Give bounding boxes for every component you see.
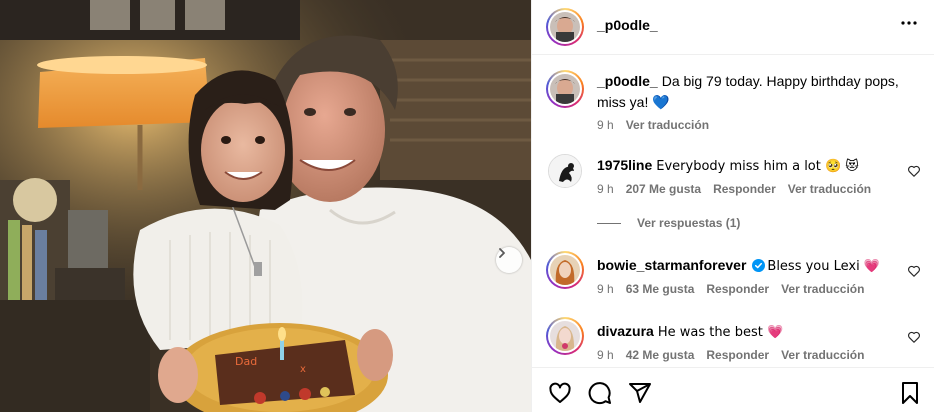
comment-icon[interactable]	[588, 381, 612, 405]
svg-text:x: x	[300, 364, 306, 375]
post-photo[interactable]: Dad x	[0, 0, 531, 412]
comment-meta: 9 h 63 Me gusta Responder Ver traducción	[597, 282, 864, 296]
comment-item: bowie_starmanforever Bless you Lexi 💗	[597, 256, 897, 276]
caption-username[interactable]: _p0odle_	[597, 73, 658, 89]
caption-translate-link[interactable]: Ver traducción	[626, 118, 709, 132]
comment-item: divazura He was the best 💗	[597, 322, 897, 342]
more-options-icon[interactable]	[900, 14, 918, 36]
photo-illustration: Dad x	[0, 0, 531, 412]
instagram-post-view: Dad x _p0odle_ _p0odle_ Da big 79 today.…	[0, 0, 934, 412]
reply-button[interactable]: Responder	[706, 282, 769, 296]
avatar-image	[549, 155, 581, 187]
comment-meta: 9 h 207 Me gusta Responder Ver traducció…	[597, 182, 871, 196]
reply-button[interactable]: Responder	[706, 348, 769, 362]
comment-meta: 9 h 42 Me gusta Responder Ver traducción	[597, 348, 864, 362]
comment-avatar[interactable]	[546, 317, 584, 355]
like-comment-icon[interactable]	[907, 264, 921, 278]
next-photo-button[interactable]	[496, 247, 522, 273]
comment-likes[interactable]: 63 Me gusta	[626, 282, 695, 296]
comment-time[interactable]: 9 h	[597, 348, 614, 362]
share-icon[interactable]	[628, 381, 652, 405]
comment-likes[interactable]: 42 Me gusta	[626, 348, 695, 362]
view-replies-button[interactable]: Ver respuestas (1)	[597, 216, 740, 230]
post-side-panel: _p0odle_ _p0odle_ Da big 79 today. Happy …	[531, 0, 934, 412]
like-comment-icon[interactable]	[907, 330, 921, 344]
like-comment-icon[interactable]	[907, 164, 921, 178]
comment-text: Everybody miss him a lot 🥺 😻	[656, 159, 859, 174]
author-username[interactable]: _p0odle_	[597, 17, 658, 33]
svg-text:Dad: Dad	[235, 355, 257, 368]
comment-avatar[interactable]	[548, 154, 582, 188]
comment-item: 1975line Everybody miss him a lot 🥺 😻	[597, 156, 897, 176]
comment-username[interactable]: 1975line	[597, 157, 652, 173]
caption-time[interactable]: 9 h	[597, 118, 614, 132]
post-header: _p0odle_	[532, 0, 934, 55]
caption-meta: 9 h Ver traducción	[597, 118, 709, 132]
replies-divider	[597, 222, 621, 224]
comment-time[interactable]: 9 h	[597, 282, 614, 296]
comment-text: Bless you Lexi 💗	[767, 259, 881, 274]
avatar-image	[550, 255, 580, 285]
comment-text: He was the best 💗	[657, 325, 784, 340]
verified-icon	[752, 259, 766, 272]
post-caption: _p0odle_ Da big 79 today. Happy birthday …	[597, 71, 917, 113]
comment-likes[interactable]: 207 Me gusta	[626, 182, 701, 196]
like-icon[interactable]	[548, 381, 572, 405]
chevron-right-icon	[499, 248, 505, 258]
translate-link[interactable]: Ver traducción	[781, 282, 864, 296]
caption-avatar[interactable]	[546, 70, 584, 108]
view-replies-label: Ver respuestas (1)	[637, 216, 741, 230]
comment-username[interactable]: divazura	[597, 323, 654, 339]
avatar-image	[550, 12, 580, 42]
comment-avatar[interactable]	[546, 251, 584, 289]
avatar-image	[550, 74, 580, 104]
avatar-image	[550, 321, 580, 351]
save-icon[interactable]	[898, 381, 922, 405]
post-action-bar	[532, 367, 934, 412]
comment-time[interactable]: 9 h	[597, 182, 614, 196]
comment-username[interactable]: bowie_starmanforever	[597, 257, 746, 273]
reply-button[interactable]: Responder	[713, 182, 776, 196]
author-avatar[interactable]	[546, 8, 584, 46]
translate-link[interactable]: Ver traducción	[781, 348, 864, 362]
translate-link[interactable]: Ver traducción	[788, 182, 871, 196]
